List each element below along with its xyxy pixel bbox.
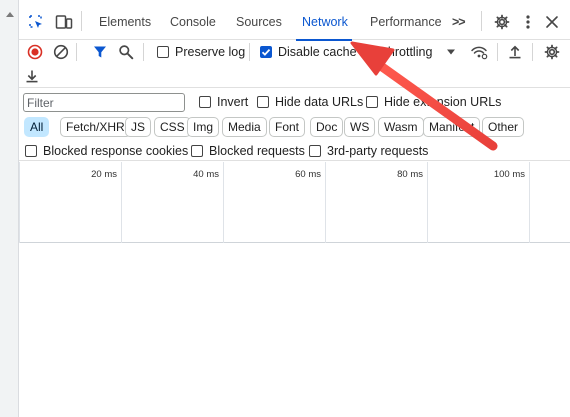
tick-label: 60 ms bbox=[295, 169, 321, 180]
throttling-select[interactable]: No throttling bbox=[365, 45, 432, 59]
toolbar-divider bbox=[76, 43, 77, 61]
tick-label: 40 ms bbox=[193, 169, 219, 180]
close-icon[interactable] bbox=[541, 11, 563, 33]
blocked-response-cookies-label: Blocked response cookies bbox=[43, 144, 189, 158]
filter-row: Invert Hide data URLs Hide extension URL… bbox=[19, 89, 570, 115]
record-icon[interactable] bbox=[24, 41, 46, 63]
disable-cache-box[interactable] bbox=[260, 46, 272, 58]
tab-sources[interactable]: Sources bbox=[236, 0, 282, 40]
toolbar-divider-3 bbox=[249, 43, 250, 61]
gridline bbox=[529, 162, 530, 243]
chip-all[interactable]: All bbox=[24, 117, 50, 137]
settings-icon[interactable] bbox=[491, 11, 513, 33]
hide-data-urls-label: Hide data URLs bbox=[275, 95, 364, 109]
blocked-filters-row: Blocked response cookies Blocked request… bbox=[19, 141, 570, 161]
gridline bbox=[427, 162, 428, 243]
invert-label: Invert bbox=[217, 95, 249, 109]
chip-js[interactable]: JS bbox=[125, 117, 152, 137]
tab-console[interactable]: Console bbox=[170, 0, 216, 40]
hide-extension-urls-label: Hide extension URLs bbox=[384, 95, 502, 109]
toolbar-divider-2 bbox=[143, 43, 144, 61]
blocked-requests-checkbox[interactable]: Blocked requests bbox=[191, 144, 305, 158]
disable-cache-checkbox[interactable]: Disable cache bbox=[260, 45, 357, 59]
toolbar-divider-5 bbox=[532, 43, 533, 61]
chip-doc[interactable]: Doc bbox=[310, 117, 344, 137]
chevron-down-icon[interactable] bbox=[440, 41, 462, 63]
throttling-label: No throttling bbox=[365, 45, 433, 59]
tab-performance[interactable]: Performance bbox=[370, 0, 442, 40]
network-conditions-icon[interactable] bbox=[468, 41, 490, 63]
export-icon[interactable] bbox=[21, 65, 43, 87]
tab-elements[interactable]: Elements bbox=[99, 0, 151, 40]
blocked-requests-label: Blocked requests bbox=[209, 144, 305, 158]
network-toolbar: Preserve log Disable cache No throttling bbox=[19, 40, 570, 64]
import-icon[interactable] bbox=[504, 41, 526, 63]
preserve-log-label: Preserve log bbox=[175, 45, 246, 59]
third-party-requests-box[interactable] bbox=[309, 145, 321, 157]
hide-extension-urls-box[interactable] bbox=[366, 96, 378, 108]
filter-icon[interactable] bbox=[89, 41, 111, 63]
search-icon[interactable] bbox=[115, 41, 137, 63]
chip-font[interactable]: Font bbox=[269, 117, 306, 137]
kebab-menu-icon[interactable] bbox=[517, 11, 539, 33]
chip-ws[interactable]: WS bbox=[344, 117, 376, 137]
network-toolbar-overflow bbox=[19, 64, 570, 88]
preserve-log-box[interactable] bbox=[157, 46, 169, 58]
chip-wasm[interactable]: Wasm bbox=[378, 117, 424, 137]
hide-extension-urls-checkbox[interactable]: Hide extension URLs bbox=[366, 95, 501, 109]
chip-css[interactable]: CSS bbox=[154, 117, 191, 137]
devtools-panel: Elements Console Sources Network Perform… bbox=[19, 0, 570, 417]
hide-data-urls-checkbox[interactable]: Hide data URLs bbox=[257, 95, 363, 109]
tick-label: 100 ms bbox=[493, 169, 525, 180]
invert-box[interactable] bbox=[199, 96, 211, 108]
invert-checkbox[interactable]: Invert bbox=[199, 95, 248, 109]
more-tabs-icon[interactable]: >> bbox=[452, 0, 466, 40]
third-party-requests-label: 3rd-party requests bbox=[327, 144, 429, 158]
chip-other[interactable]: Other bbox=[482, 117, 525, 137]
chip-fetch-xhr[interactable]: Fetch/XHR bbox=[60, 117, 131, 137]
tick-label: 20 ms bbox=[91, 169, 117, 180]
device-toolbar-icon[interactable] bbox=[53, 11, 75, 33]
tab-network[interactable]: Network bbox=[296, 0, 352, 41]
network-settings-icon[interactable] bbox=[541, 41, 563, 63]
third-party-requests-checkbox[interactable]: 3rd-party requests bbox=[309, 144, 428, 158]
devtools-tabbar: Elements Console Sources Network Perform… bbox=[19, 0, 570, 41]
gridline bbox=[19, 162, 20, 243]
hide-data-urls-box[interactable] bbox=[257, 96, 269, 108]
toolbar-divider-4 bbox=[497, 43, 498, 61]
disable-cache-label: Disable cache bbox=[278, 45, 357, 59]
chip-media[interactable]: Media bbox=[222, 117, 267, 137]
inspect-element-icon[interactable] bbox=[25, 11, 47, 33]
blocked-response-cookies-checkbox[interactable]: Blocked response cookies bbox=[25, 144, 188, 158]
preserve-log-checkbox[interactable]: Preserve log bbox=[157, 45, 245, 59]
chip-manifest[interactable]: Manifest bbox=[423, 117, 481, 137]
left-gutter bbox=[0, 0, 19, 417]
gridline bbox=[325, 162, 326, 243]
blocked-requests-box[interactable] bbox=[191, 145, 203, 157]
network-overview[interactable]: 20 ms 40 ms 60 ms 80 ms 100 ms bbox=[19, 162, 570, 243]
tick-label: 80 ms bbox=[397, 169, 423, 180]
clear-icon[interactable] bbox=[50, 41, 72, 63]
tabbar-divider-right bbox=[481, 11, 482, 31]
scroll-up-arrow-icon[interactable] bbox=[6, 12, 14, 17]
gridline bbox=[223, 162, 224, 243]
gridline bbox=[121, 162, 122, 243]
blocked-response-cookies-box[interactable] bbox=[25, 145, 37, 157]
request-list[interactable] bbox=[19, 244, 570, 417]
resource-type-filters: All Fetch/XHR JS CSS Img Media Font Doc … bbox=[23, 117, 570, 139]
tabbar-divider bbox=[81, 11, 82, 31]
filter-input[interactable] bbox=[23, 93, 185, 112]
chip-img[interactable]: Img bbox=[187, 117, 220, 137]
